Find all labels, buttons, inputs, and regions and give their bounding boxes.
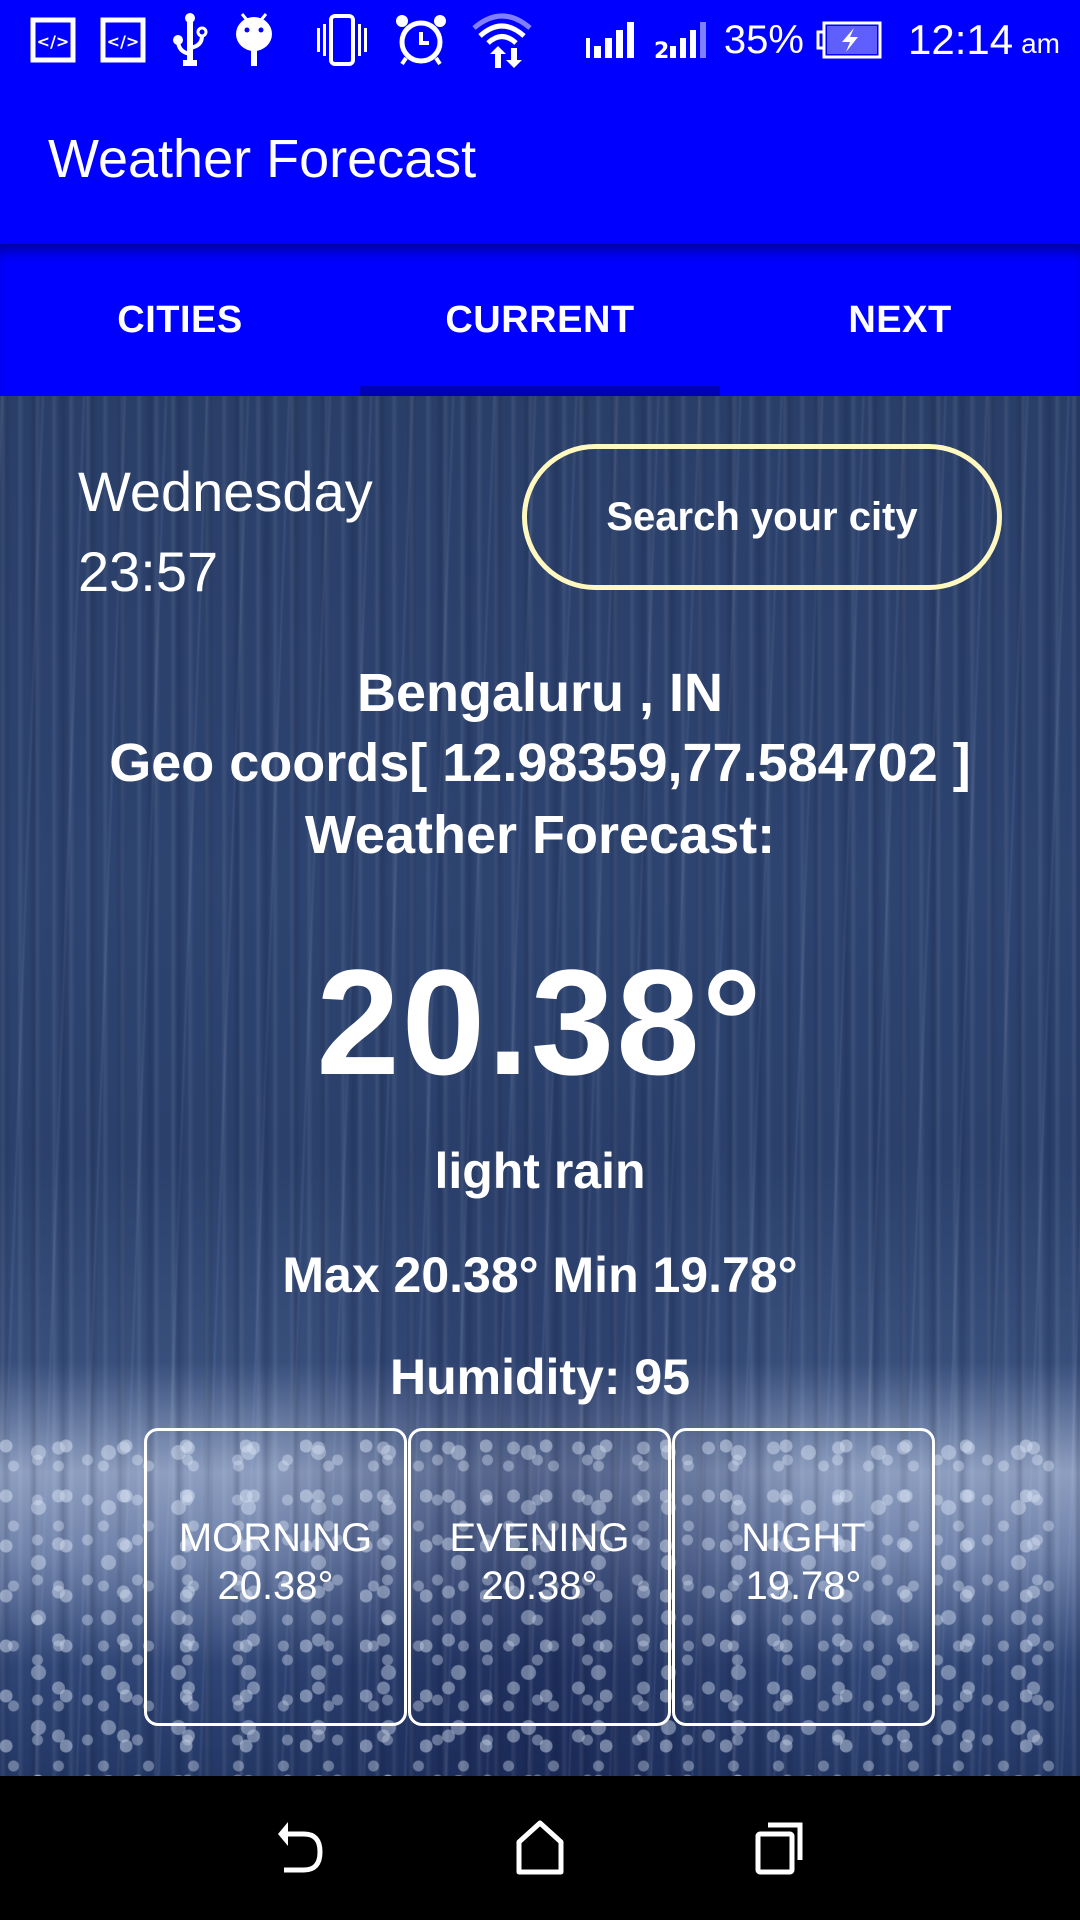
tab-bar: CITIES CURRENT NEXT: [0, 244, 1080, 396]
developer-mode-icon: </>: [100, 15, 146, 65]
tab-current[interactable]: CURRENT: [360, 244, 720, 396]
back-icon: [278, 1822, 323, 1873]
period-card-evening: EVENING 20.38°: [408, 1428, 671, 1726]
city-label: Bengaluru , IN: [356, 663, 724, 723]
tab-cities[interactable]: CITIES: [0, 244, 360, 396]
period-label: EVENING: [449, 1516, 630, 1560]
recents-button[interactable]: [740, 1808, 820, 1888]
developer-mode-icon: </>: [30, 15, 76, 65]
vibrate-icon: [314, 14, 370, 66]
forecast-heading: Weather Forecast:: [304, 805, 776, 865]
system-nav-bar: [0, 1776, 1080, 1920]
home-icon: [516, 1820, 564, 1875]
geo-coords-label: Geo coords[ 12.98359,77.584702 ]: [109, 733, 971, 793]
battery-charging-icon: [816, 15, 882, 65]
period-label: NIGHT: [741, 1516, 866, 1560]
usb-icon: [170, 13, 210, 66]
status-bar: </> </> 2 35% 12:14 am: [0, 0, 1080, 80]
max-min-temperature: Max 20.38° Min 19.78°: [282, 1247, 798, 1303]
tab-next[interactable]: NEXT: [720, 244, 1080, 396]
search-city-button[interactable]: Search your city: [522, 444, 1002, 590]
svg-text:</>: </>: [37, 32, 70, 51]
recents-icon: [755, 1822, 803, 1875]
period-card-morning: MORNING 20.38°: [144, 1428, 407, 1726]
android-debug-icon: [234, 13, 274, 66]
clock-ampm: am: [1021, 28, 1060, 59]
alarm-icon: [394, 15, 448, 66]
current-temperature: 20.38°: [316, 938, 764, 1106]
svg-text:</>: </>: [107, 32, 140, 51]
battery-percent: 35%: [723, 17, 804, 62]
back-button[interactable]: [260, 1808, 340, 1888]
wifi-data-icon: [472, 13, 532, 68]
home-button[interactable]: [500, 1808, 580, 1888]
app-bar: Weather Forecast: [0, 80, 1080, 244]
svg-text:2: 2: [654, 39, 669, 60]
current-weather-panel: Wednesday 23:57 Search your city Bengalu…: [0, 396, 1080, 1776]
day-label: Wednesday: [78, 460, 373, 523]
clock-time: 12:14: [907, 16, 1014, 63]
signal-sim2-icon: 2: [654, 15, 712, 65]
period-temperature: 20.38°: [481, 1564, 598, 1608]
app-title: Weather Forecast: [48, 129, 477, 189]
period-card-night: NIGHT 19.78°: [672, 1428, 935, 1726]
humidity-label: Humidity: 95: [389, 1349, 691, 1405]
local-time-label: 23:57: [78, 540, 219, 603]
weather-description: light rain: [434, 1143, 646, 1199]
period-forecast-cards: MORNING 20.38° EVENING 20.38° NIGHT 19.7…: [144, 1428, 936, 1726]
period-label: MORNING: [178, 1516, 373, 1560]
signal-sim1-icon: [584, 15, 640, 65]
period-temperature: 19.78°: [745, 1564, 862, 1608]
period-temperature: 20.38°: [217, 1564, 334, 1608]
